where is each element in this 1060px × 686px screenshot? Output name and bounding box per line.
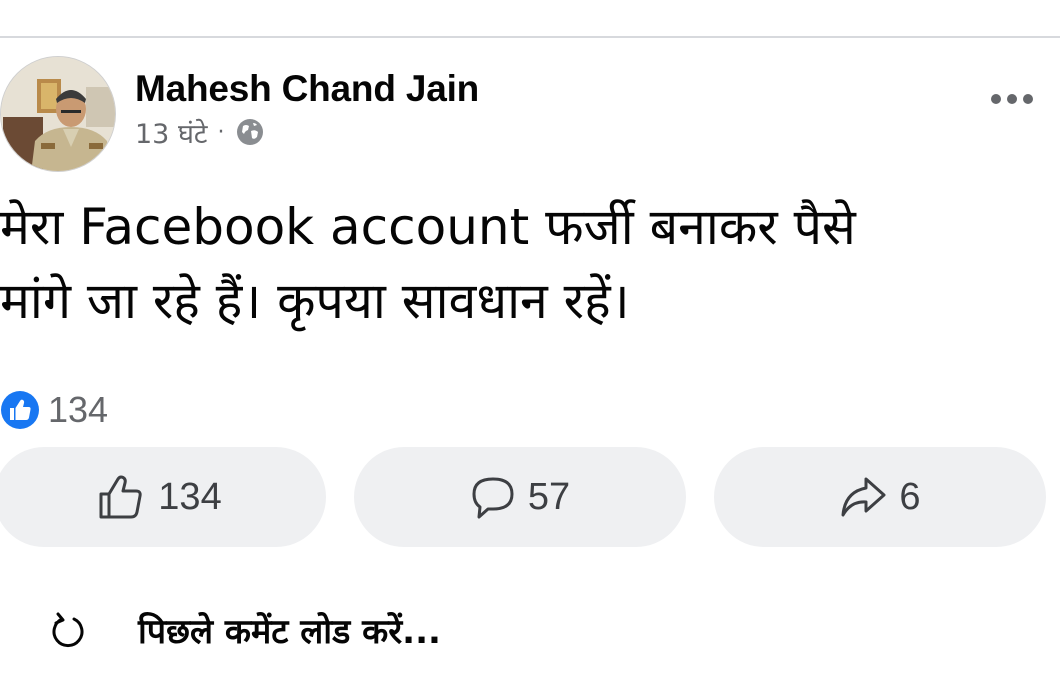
comment-bubble-icon <box>470 474 516 520</box>
post-text: मेरा Facebook account फर्जी बनाकर पैसे म… <box>0 198 856 330</box>
more-dot <box>1023 94 1033 104</box>
avatar-photo <box>1 57 115 171</box>
like-reaction-icon <box>0 390 40 430</box>
more-options-button[interactable] <box>988 82 1036 116</box>
comment-count: 57 <box>527 475 571 518</box>
share-button[interactable]: 6 <box>714 447 1046 547</box>
like-count: 134 <box>158 475 222 518</box>
comment-button[interactable]: 57 <box>354 447 686 547</box>
thumbs-up-icon <box>98 474 146 520</box>
load-comments-label: पिछले कमेंट लोड करें... <box>138 612 441 652</box>
more-dot <box>1007 94 1017 104</box>
post-time[interactable]: 13 घंटे <box>135 114 208 151</box>
share-arrow-icon <box>839 475 887 519</box>
refresh-icon <box>48 610 88 650</box>
reactions-summary[interactable]: 134 <box>0 388 108 432</box>
author-name[interactable]: Mahesh Chand Jain <box>135 68 479 110</box>
like-button[interactable]: 134 <box>0 447 326 547</box>
load-previous-comments[interactable]: पिछले कमेंट लोड करें... <box>48 600 441 660</box>
more-dot <box>991 94 1001 104</box>
avatar[interactable] <box>0 56 116 172</box>
top-divider <box>0 36 1060 38</box>
post-meta: 13 घंटे · <box>135 114 265 150</box>
share-count: 6 <box>899 475 921 518</box>
meta-separator: · <box>217 119 225 145</box>
reaction-count: 134 <box>48 389 109 430</box>
globe-icon[interactable] <box>235 117 265 147</box>
